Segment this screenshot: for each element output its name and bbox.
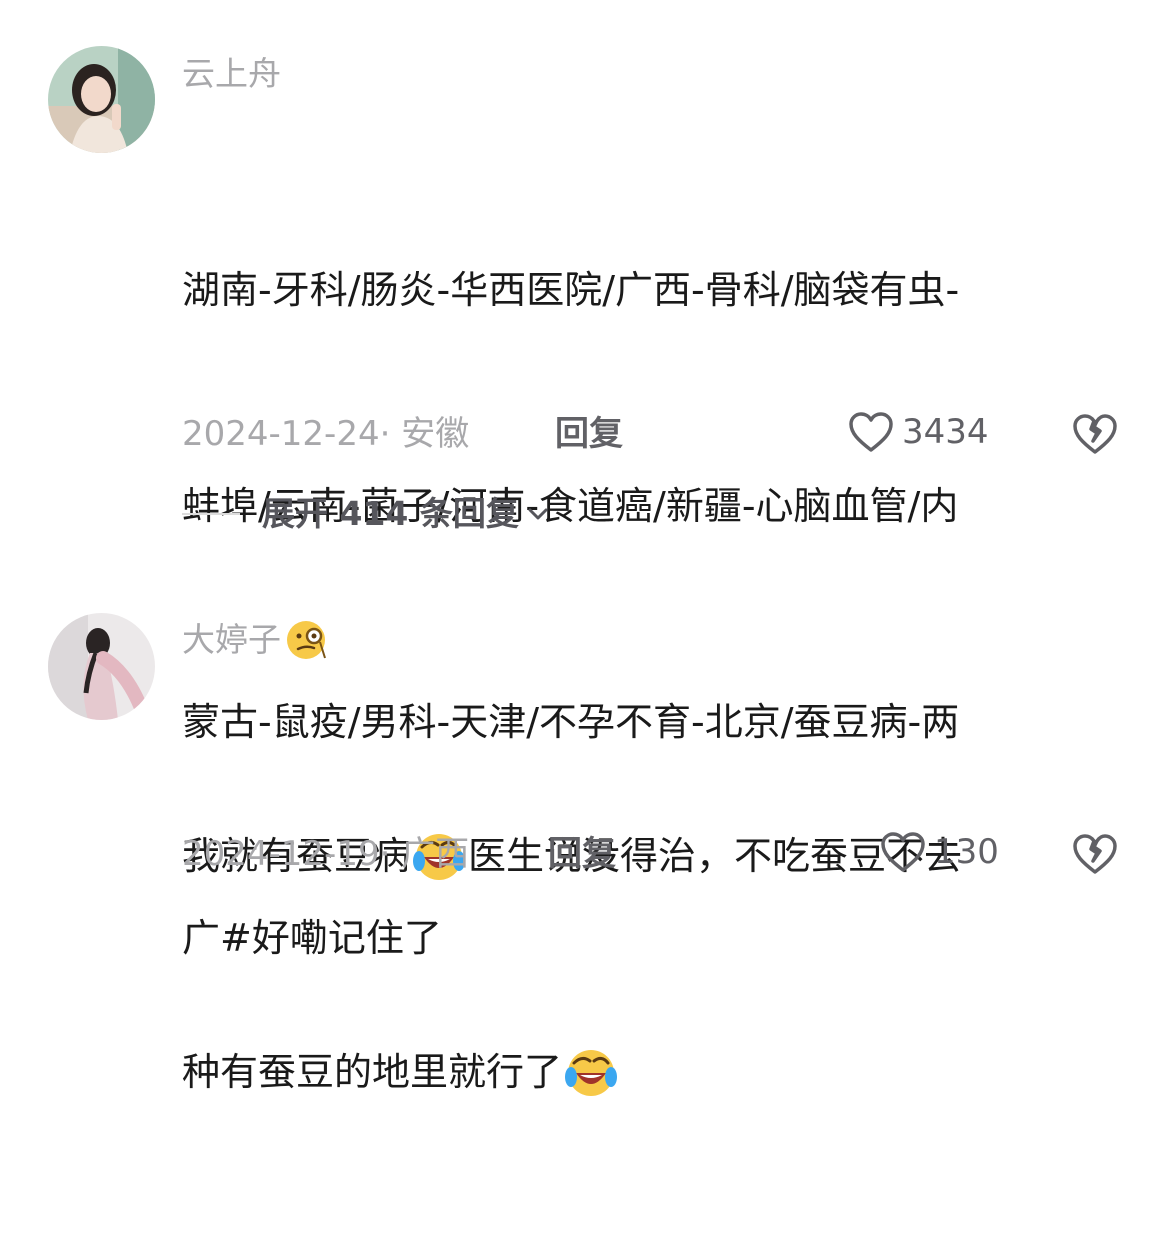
comment-date-location: 2024-12-19· 广西 [182,834,470,874]
comment-item: 大婷子 我就有蚕豆病 医生说没得治，不吃蚕豆不去 种有蚕豆的地里就行了 2024… [0,0,1169,1096]
comment-text-part: 种有蚕豆的地里就行了 [182,1050,563,1094]
heart-icon [881,832,925,872]
avatar-woman-photo-icon [48,613,155,720]
reply-button[interactable]: 回复 [548,834,616,874]
comment-text: 我就有蚕豆病 医生说没得治，不吃蚕豆不去 种有蚕豆的地里就行了 [182,676,1102,1252]
like-button[interactable]: 130 [880,831,999,873]
comment-line: 种有蚕豆的地里就行了 [182,1036,1102,1108]
crying-laugh-emoji-icon [565,1050,618,1096]
author-name[interactable]: 大婷子 [182,620,281,660]
like-count: 130 [934,832,999,872]
broken-heart-icon[interactable] [1072,831,1118,877]
avatar[interactable] [48,613,155,720]
comment-author[interactable]: 大婷子 [182,618,329,662]
monocle-face-emoji-icon [287,621,326,659]
